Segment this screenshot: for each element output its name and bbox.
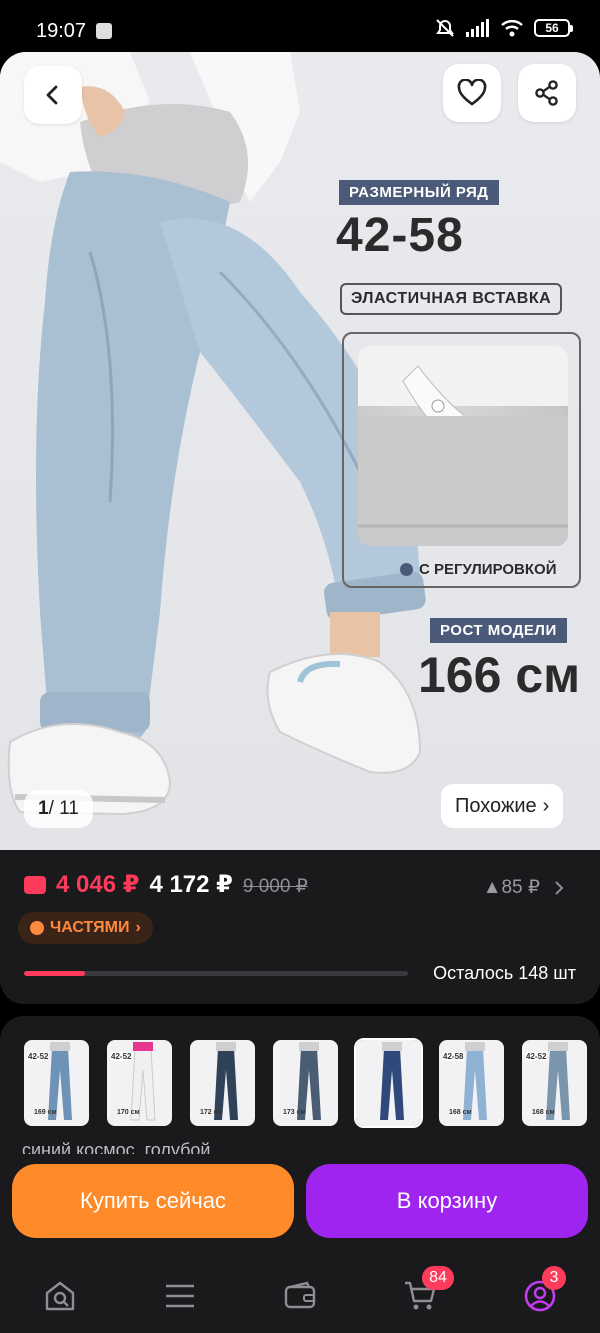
variant-height-label: 169 см xyxy=(34,1109,57,1116)
status-bar: 19:07 56 xyxy=(0,0,600,52)
app-icon xyxy=(96,23,112,39)
wifi-icon xyxy=(501,20,523,37)
similar-button[interactable]: Похожие › xyxy=(441,784,564,828)
status-time: 19:07 xyxy=(36,20,87,42)
chevron-right-icon: › xyxy=(135,919,141,936)
nav-wallet[interactable] xyxy=(280,1276,320,1316)
buy-now-button[interactable]: Купить сейчас xyxy=(12,1164,294,1238)
product-gallery[interactable]: РАЗМЕРНЫЙ РЯД 42-58 ЭЛАСТИЧНАЯ ВСТАВКА С… xyxy=(0,52,600,850)
similar-label: Похожие xyxy=(455,794,537,817)
nav-cart[interactable]: 84 xyxy=(400,1266,454,1316)
installments-button[interactable]: ЧАСТЯМИ › xyxy=(18,912,153,944)
size-range-value: 42-58 xyxy=(336,209,464,262)
card-price: 4 046 ₽ xyxy=(56,871,140,898)
chevron-right-icon: › xyxy=(542,794,550,817)
installments-icon xyxy=(30,921,44,935)
variant-height-label: 168 см xyxy=(532,1109,555,1116)
photo-counter-total: / 11 xyxy=(48,798,79,819)
adjustable-caption: С РЕГУЛИРОВКОЙ xyxy=(400,561,557,578)
old-price: 9 000 ₽ xyxy=(242,876,308,897)
signal-icon xyxy=(466,19,489,37)
model-height-value: 166 см xyxy=(418,647,581,703)
variant-thumbnails: 42-52 169 см 42-52 170 см 172 см 173 см 42-58 1… xyxy=(24,1038,587,1128)
wallet-icon xyxy=(284,1281,316,1309)
profile-badge: 3 xyxy=(542,1266,566,1290)
favorite-button[interactable] xyxy=(443,64,501,122)
variant-height-label: 172 см xyxy=(200,1109,223,1116)
stock-remaining: Осталось 148 шт xyxy=(433,963,576,983)
photo-counter-current: 1 xyxy=(38,798,49,819)
variant-size-label: 42-52 xyxy=(525,1052,548,1061)
wallet-icon xyxy=(24,876,46,894)
variant-size-label: 42-52 xyxy=(27,1052,50,1061)
installments-label: ЧАСТЯМИ xyxy=(50,919,130,936)
nav-catalog[interactable] xyxy=(160,1276,200,1316)
heart-icon xyxy=(457,79,487,106)
price-diff: ▲85 ₽ xyxy=(482,877,540,898)
price-row: 4 046 ₽ 4 172 ₽ 9 000 ₽ xyxy=(24,870,308,899)
elastic-band-image xyxy=(358,346,568,546)
battery-icon: 56 xyxy=(534,19,573,37)
nav-home[interactable] xyxy=(40,1276,80,1316)
mute-alarm-icon xyxy=(436,19,454,37)
size-range-tag: РАЗМЕРНЫЙ РЯД xyxy=(339,180,499,205)
photo-counter: 1 / 11 xyxy=(24,790,93,828)
home-search-icon xyxy=(45,1281,75,1311)
variant-thumbnail[interactable]: 42-52 168 см xyxy=(522,1040,587,1126)
price-history-link[interactable]: ▲85 ₽ xyxy=(483,876,564,899)
variant-thumbnail[interactable]: 42-52 170 см xyxy=(107,1040,172,1126)
variant-thumbnail[interactable] xyxy=(354,1038,423,1128)
variant-thumbnail[interactable]: 172 см xyxy=(190,1040,255,1126)
nav-profile[interactable]: 3 xyxy=(520,1266,566,1316)
variant-size-label: 42-52 xyxy=(110,1052,133,1061)
bottom-nav: 84 3 xyxy=(0,1240,600,1333)
variant-height-label: 168 см xyxy=(449,1109,472,1116)
variant-thumbnail[interactable]: 173 см xyxy=(273,1040,338,1126)
model-height-tag: РОСТ МОДЕЛИ xyxy=(430,618,567,643)
current-price: 4 172 ₽ xyxy=(149,871,233,898)
variant-height-label: 173 см xyxy=(283,1109,306,1116)
bullet-dot xyxy=(400,563,413,576)
share-button[interactable] xyxy=(518,64,576,122)
elastic-inset-box: С РЕГУЛИРОВКОЙ xyxy=(342,332,581,588)
adjustable-caption-text: С РЕГУЛИРОВКОЙ xyxy=(419,561,557,578)
cart-badge: 84 xyxy=(422,1266,454,1290)
status-icons: 56 xyxy=(434,18,573,38)
variant-image xyxy=(380,1042,404,1120)
back-button[interactable] xyxy=(24,66,82,124)
variant-height-label: 170 см xyxy=(117,1109,140,1116)
stock-progress-bar xyxy=(24,971,408,976)
share-icon xyxy=(535,80,558,106)
variant-name: синий космос, голубой xyxy=(22,1140,211,1154)
price-panel: 4 046 ₽ 4 172 ₽ 9 000 ₽ ▲85 ₽ ЧАСТЯМИ › … xyxy=(0,850,600,1004)
menu-icon xyxy=(166,1284,194,1308)
chevron-left-icon xyxy=(46,85,58,105)
variant-thumbnail[interactable]: 42-58 168 см xyxy=(439,1040,504,1126)
chevron-right-icon xyxy=(555,880,564,895)
elastic-insert-tag: ЭЛАСТИЧНАЯ ВСТАВКА xyxy=(340,283,563,315)
variant-size-label: 42-58 xyxy=(442,1052,465,1061)
inset-photo xyxy=(358,346,568,546)
stock-progress-fill xyxy=(24,971,86,976)
add-to-cart-button[interactable]: В корзину xyxy=(306,1164,588,1238)
variant-thumbnail[interactable]: 42-52 169 см xyxy=(24,1040,89,1126)
